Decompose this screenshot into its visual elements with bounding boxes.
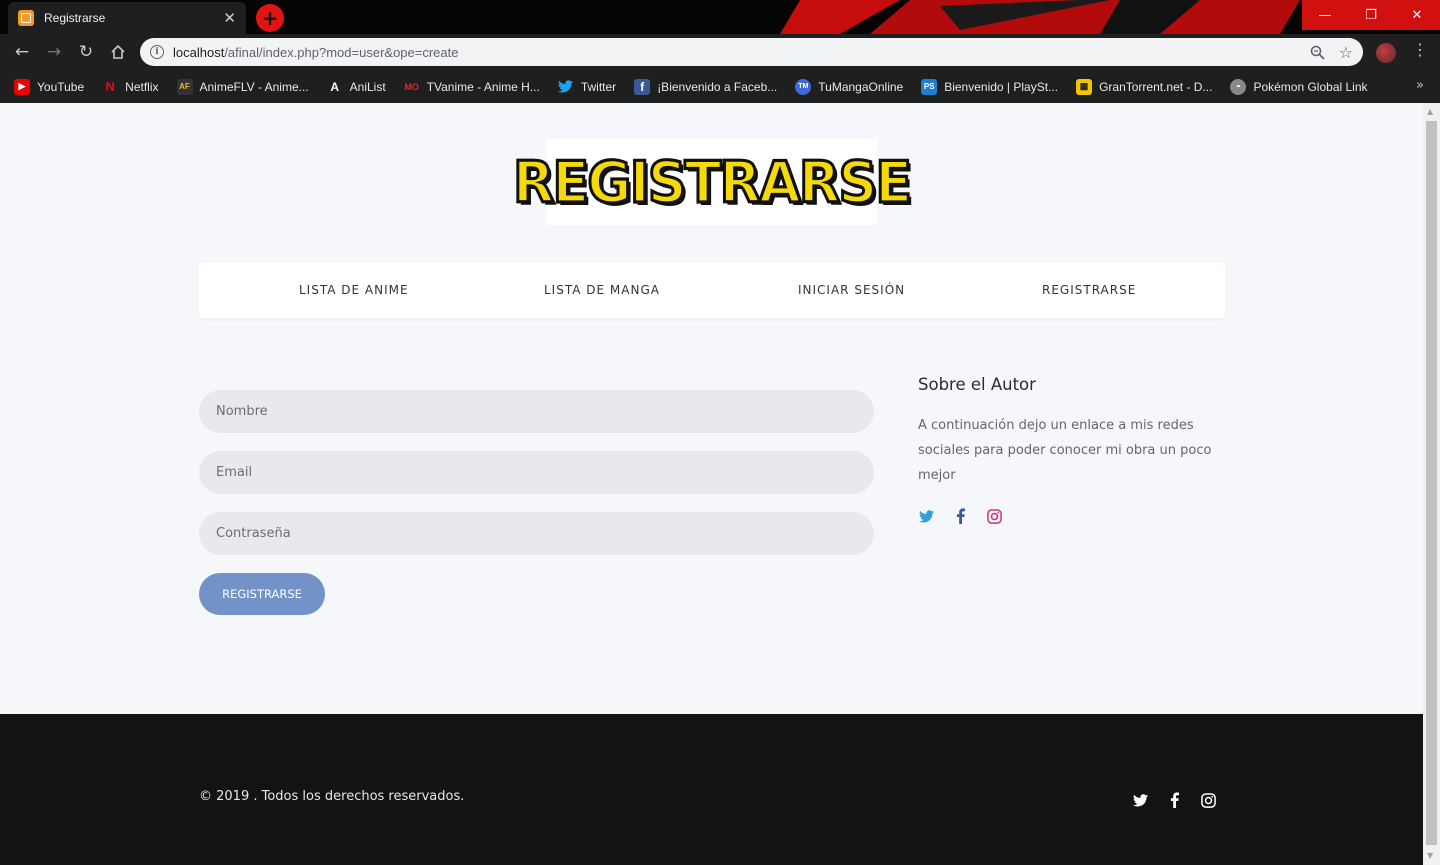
bookmark-star-icon[interactable]: ☆ [1339, 43, 1353, 62]
grantorrent-icon: ▦ [1076, 78, 1093, 95]
facebook-icon[interactable] [952, 508, 968, 524]
browser-toolbar: ← → ↻ i localhost /afinal/index.php?mod=… [0, 34, 1440, 70]
bookmark-youtube[interactable]: ▶ YouTube [14, 78, 85, 95]
theme-decoration [780, 0, 1300, 34]
window-controls: — ❐ ✕ [1302, 0, 1440, 30]
bookmark-label: Netflix [125, 79, 159, 94]
site-footer: © 2019 . Todos los derechos reservados. [0, 714, 1423, 865]
site-info-icon[interactable]: i [150, 45, 164, 59]
about-author-text: A continuación dejo un enlace a mis rede… [918, 418, 1212, 483]
new-tab-button[interactable]: + [256, 4, 284, 32]
bookmark-label: Bienvenido | PlaySt... [944, 79, 1059, 94]
bookmark-label: YouTube [37, 79, 85, 94]
url-path: /afinal/index.php?mod=user&ope=create [224, 44, 459, 60]
bookmark-label: Pokémon Global Link [1253, 79, 1368, 94]
bookmark-label: GranTorrent.net - D... [1099, 79, 1213, 94]
browser-titlebar: Registrarse ✕ + — ❐ ✕ [0, 0, 1440, 34]
name-input[interactable] [199, 390, 874, 433]
url-host: localhost [173, 44, 225, 60]
address-bar[interactable]: i localhost /afinal/index.php?mod=user&o… [140, 38, 1363, 66]
reload-icon[interactable]: ↻ [74, 40, 98, 64]
browser-tab-active[interactable]: Registrarse ✕ [8, 2, 246, 34]
twitter-icon[interactable] [918, 508, 934, 524]
instagram-icon[interactable] [1200, 792, 1216, 808]
main-navbar: LISTA DE ANIME LISTA DE MANGA INICIAR SE… [199, 262, 1225, 318]
footer-social-links [1132, 792, 1216, 808]
bookmarks-overflow-icon[interactable]: » [1416, 78, 1424, 93]
bookmark-animeflv[interactable]: AF AnimeFLV - Anime... [176, 78, 309, 95]
password-input[interactable] [199, 512, 874, 555]
scroll-up-arrow-icon[interactable]: ▲ [1427, 108, 1433, 116]
bookmark-label: AniList [349, 79, 386, 94]
register-submit-button[interactable]: REGISTRARSE [199, 573, 325, 615]
youtube-icon: ▶ [14, 78, 30, 95]
bookmark-label: ¡Bienvenido a Faceb... [657, 79, 778, 94]
browser-menu-icon[interactable]: ⋮ [1412, 42, 1428, 58]
page-favicon-icon [18, 10, 34, 26]
instagram-icon[interactable] [986, 508, 1002, 524]
nav-link-iniciar-sesion[interactable]: INICIAR SESIÓN [798, 283, 905, 297]
email-input[interactable] [199, 451, 874, 494]
minimize-button[interactable]: — [1302, 0, 1348, 30]
twitter-icon[interactable] [1132, 792, 1148, 808]
bookmark-label: TVanime - Anime H... [426, 79, 540, 94]
facebook-icon: f [634, 78, 651, 95]
page-scrollbar[interactable]: ▲ ▼ [1423, 103, 1440, 865]
netflix-icon: N [105, 79, 115, 94]
bookmark-facebook[interactable]: f ¡Bienvenido a Faceb... [634, 78, 778, 95]
home-icon[interactable] [106, 40, 130, 64]
bookmark-pokemon[interactable]: ◓ Pokémon Global Link [1230, 78, 1368, 95]
zoom-icon[interactable] [1310, 45, 1325, 60]
tab-close-icon[interactable]: ✕ [223, 10, 236, 26]
profile-avatar[interactable] [1376, 43, 1396, 63]
pokemon-icon: ◓ [1230, 78, 1247, 95]
tumanga-icon: TM [795, 78, 812, 95]
forward-arrow-icon[interactable]: → [42, 40, 66, 64]
scrollbar-thumb[interactable] [1426, 121, 1437, 845]
site-logo[interactable]: REGISTRARSE [511, 139, 914, 225]
twitter-icon [558, 79, 574, 95]
bookmark-label: AnimeFLV - Anime... [199, 79, 309, 94]
anilist-icon: A [330, 79, 339, 94]
copyright-text: © 2019 . Todos los derechos reservados. [199, 789, 465, 804]
page-content: REGISTRARSE LISTA DE ANIME LISTA DE MANG… [0, 103, 1423, 865]
bookmark-tumanga[interactable]: TM TuMangaOnline [795, 78, 904, 95]
bookmarks-bar: ▶ YouTube N Netflix AF AnimeFLV - Anime.… [0, 70, 1440, 103]
bookmark-anilist[interactable]: A AniList [327, 79, 386, 95]
scroll-down-arrow-icon[interactable]: ▼ [1427, 852, 1433, 860]
animeflv-icon: AF [176, 78, 193, 95]
nav-link-lista-manga[interactable]: LISTA DE MANGA [544, 283, 660, 297]
bookmark-tvanime[interactable]: MO TVanime - Anime H... [404, 79, 540, 95]
bookmark-grantorrent[interactable]: ▦ GranTorrent.net - D... [1076, 78, 1213, 95]
restore-button[interactable]: ❐ [1348, 0, 1394, 30]
bookmark-netflix[interactable]: N Netflix [102, 79, 158, 95]
playstation-icon: PS [921, 78, 938, 95]
bookmark-label: Twitter [580, 79, 617, 94]
tab-title: Registrarse [44, 11, 106, 25]
about-author-title: Sobre el Autor [918, 375, 1036, 394]
facebook-icon[interactable] [1166, 792, 1182, 808]
tvanime-icon: MO [404, 81, 419, 92]
nav-link-lista-anime[interactable]: LISTA DE ANIME [299, 283, 409, 297]
close-window-button[interactable]: ✕ [1394, 0, 1440, 30]
bookmark-playstation[interactable]: PS Bienvenido | PlaySt... [921, 78, 1059, 95]
logo-text: REGISTRARSE [511, 147, 913, 216]
bookmark-twitter[interactable]: Twitter [558, 79, 616, 95]
back-arrow-icon[interactable]: ← [10, 40, 34, 64]
nav-link-registrarse[interactable]: REGISTRARSE [1042, 283, 1136, 297]
author-social-links [918, 508, 1002, 524]
bookmark-label: TuMangaOnline [818, 79, 904, 94]
